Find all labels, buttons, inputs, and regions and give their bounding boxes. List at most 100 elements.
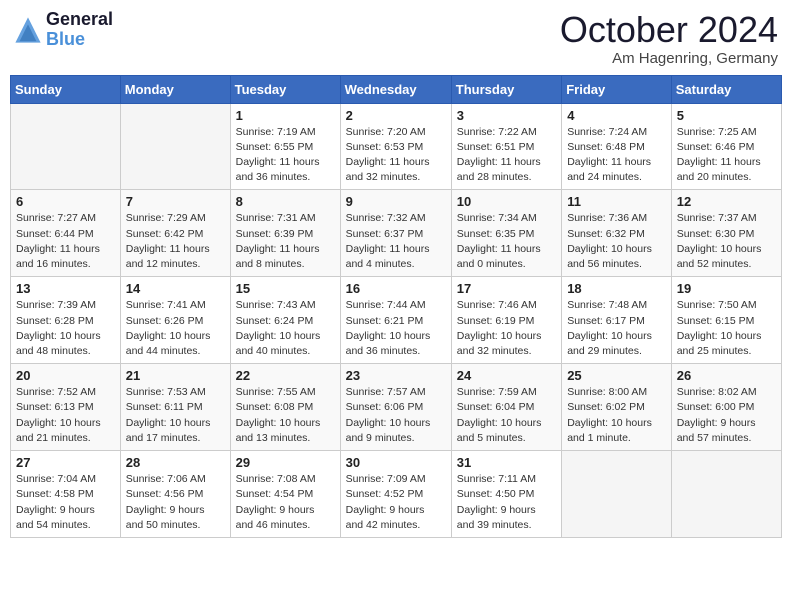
day-detail: Sunrise: 7:11 AM Sunset: 4:50 PM Dayligh…: [457, 472, 556, 533]
calendar-cell: [562, 451, 672, 538]
day-detail: Sunrise: 7:25 AM Sunset: 6:46 PM Dayligh…: [677, 125, 776, 186]
day-number: 26: [677, 368, 776, 383]
month-title: October 2024: [560, 10, 778, 50]
day-number: 13: [16, 281, 115, 296]
day-detail: Sunrise: 7:34 AM Sunset: 6:35 PM Dayligh…: [457, 211, 556, 272]
calendar-cell: 21Sunrise: 7:53 AM Sunset: 6:11 PM Dayli…: [120, 364, 230, 451]
day-number: 6: [16, 194, 115, 209]
day-detail: Sunrise: 7:32 AM Sunset: 6:37 PM Dayligh…: [346, 211, 446, 272]
day-number: 14: [126, 281, 225, 296]
weekday-saturday: Saturday: [671, 75, 781, 103]
day-detail: Sunrise: 7:46 AM Sunset: 6:19 PM Dayligh…: [457, 298, 556, 359]
calendar-cell: 27 Sunrise: 7:04 AM Sunset: 4:58 PM Dayli…: [11, 451, 121, 538]
day-detail: Sunrise: 7:04 AM Sunset: 4:58 PM Dayligh…: [16, 472, 115, 533]
day-detail: Sunrise: 7:43 AM Sunset: 6:24 PM Dayligh…: [236, 298, 335, 359]
calendar-cell: 2 Sunrise: 7:20 AM Sunset: 6:53 PM Daylig…: [340, 103, 451, 190]
calendar-cell: 10 Sunrise: 7:34 AM Sunset: 6:35 PM Dayli…: [451, 190, 561, 277]
week-row-2: 6 Sunrise: 7:27 AM Sunset: 6:44 PM Daylig…: [11, 190, 782, 277]
calendar-cell: 15 Sunrise: 7:43 AM Sunset: 6:24 PM Dayli…: [230, 277, 340, 364]
day-detail: Sunrise: 7:48 AM Sunset: 6:17 PM Dayligh…: [567, 298, 666, 359]
page-header: GeneralBlue October 2024 Am Hagenring, G…: [10, 10, 782, 67]
calendar-cell: 30 Sunrise: 7:09 AM Sunset: 4:52 PM Dayli…: [340, 451, 451, 538]
weekday-monday: Monday: [120, 75, 230, 103]
day-detail: Sunrise: 7:36 AM Sunset: 6:32 PM Dayligh…: [567, 211, 666, 272]
calendar-table: SundayMondayTuesdayWednesdayThursdayFrid…: [10, 75, 782, 538]
calendar-cell: 26Sunrise: 8:02 AM Sunset: 6:00 PM Dayli…: [671, 364, 781, 451]
day-number: 23: [346, 368, 446, 383]
day-detail: Sunrise: 7:31 AM Sunset: 6:39 PM Dayligh…: [236, 211, 335, 272]
day-number: 12: [677, 194, 776, 209]
day-number: 17: [457, 281, 556, 296]
day-detail: Sunrise: 7:57 AM Sunset: 6:06 PM Dayligh…: [346, 385, 446, 446]
logo: GeneralBlue: [14, 10, 113, 50]
calendar-cell: 22Sunrise: 7:55 AM Sunset: 6:08 PM Dayli…: [230, 364, 340, 451]
day-detail: Sunrise: 7:09 AM Sunset: 4:52 PM Dayligh…: [346, 472, 446, 533]
logo-text: GeneralBlue: [46, 10, 113, 50]
day-number: 8: [236, 194, 335, 209]
day-number: 18: [567, 281, 666, 296]
calendar-cell: 7Sunrise: 7:29 AM Sunset: 6:42 PM Daylig…: [120, 190, 230, 277]
calendar-cell: 12 Sunrise: 7:37 AM Sunset: 6:30 PM Dayli…: [671, 190, 781, 277]
week-row-4: 20 Sunrise: 7:52 AM Sunset: 6:13 PM Dayli…: [11, 364, 782, 451]
calendar-cell: 25Sunrise: 8:00 AM Sunset: 6:02 PM Dayli…: [562, 364, 672, 451]
day-detail: Sunrise: 7:39 AM Sunset: 6:28 PM Dayligh…: [16, 298, 115, 359]
calendar-cell: [120, 103, 230, 190]
weekday-thursday: Thursday: [451, 75, 561, 103]
day-detail: Sunrise: 7:06 AM Sunset: 4:56 PM Dayligh…: [126, 472, 225, 533]
weekday-sunday: Sunday: [11, 75, 121, 103]
day-detail: Sunrise: 7:53 AM Sunset: 6:11 PM Dayligh…: [126, 385, 225, 446]
calendar-cell: 4 Sunrise: 7:24 AM Sunset: 6:48 PM Daylig…: [562, 103, 672, 190]
calendar-cell: 19Sunrise: 7:50 AM Sunset: 6:15 PM Dayli…: [671, 277, 781, 364]
day-number: 1: [236, 108, 335, 123]
calendar-cell: 20 Sunrise: 7:52 AM Sunset: 6:13 PM Dayli…: [11, 364, 121, 451]
day-number: 27: [16, 455, 115, 470]
calendar-cell: 3Sunrise: 7:22 AM Sunset: 6:51 PM Daylig…: [451, 103, 561, 190]
calendar-cell: 17 Sunrise: 7:46 AM Sunset: 6:19 PM Dayli…: [451, 277, 561, 364]
calendar-cell: 1 Sunrise: 7:19 AM Sunset: 6:55 PM Daylig…: [230, 103, 340, 190]
title-block: October 2024 Am Hagenring, Germany: [560, 10, 778, 67]
day-number: 15: [236, 281, 335, 296]
day-number: 4: [567, 108, 666, 123]
weekday-wednesday: Wednesday: [340, 75, 451, 103]
week-row-1: 1 Sunrise: 7:19 AM Sunset: 6:55 PM Daylig…: [11, 103, 782, 190]
day-number: 2: [346, 108, 446, 123]
day-number: 19: [677, 281, 776, 296]
calendar-cell: 5Sunrise: 7:25 AM Sunset: 6:46 PM Daylig…: [671, 103, 781, 190]
logo-icon: [14, 16, 42, 44]
day-number: 16: [346, 281, 446, 296]
location: Am Hagenring, Germany: [560, 50, 778, 67]
day-number: 20: [16, 368, 115, 383]
day-detail: Sunrise: 7:52 AM Sunset: 6:13 PM Dayligh…: [16, 385, 115, 446]
calendar-cell: 14 Sunrise: 7:41 AM Sunset: 6:26 PM Dayli…: [120, 277, 230, 364]
day-detail: Sunrise: 7:41 AM Sunset: 6:26 PM Dayligh…: [126, 298, 225, 359]
day-number: 28: [126, 455, 225, 470]
day-detail: Sunrise: 7:24 AM Sunset: 6:48 PM Dayligh…: [567, 125, 666, 186]
day-detail: Sunrise: 7:44 AM Sunset: 6:21 PM Dayligh…: [346, 298, 446, 359]
calendar-cell: 29 Sunrise: 7:08 AM Sunset: 4:54 PM Dayli…: [230, 451, 340, 538]
day-number: 29: [236, 455, 335, 470]
calendar-cell: 18 Sunrise: 7:48 AM Sunset: 6:17 PM Dayli…: [562, 277, 672, 364]
day-detail: Sunrise: 7:59 AM Sunset: 6:04 PM Dayligh…: [457, 385, 556, 446]
calendar-cell: [11, 103, 121, 190]
day-detail: Sunrise: 7:08 AM Sunset: 4:54 PM Dayligh…: [236, 472, 335, 533]
day-detail: Sunrise: 7:20 AM Sunset: 6:53 PM Dayligh…: [346, 125, 446, 186]
weekday-tuesday: Tuesday: [230, 75, 340, 103]
day-detail: Sunrise: 7:29 AM Sunset: 6:42 PM Dayligh…: [126, 211, 225, 272]
calendar-body: 1 Sunrise: 7:19 AM Sunset: 6:55 PM Daylig…: [11, 103, 782, 537]
day-number: 9: [346, 194, 446, 209]
calendar-cell: 16 Sunrise: 7:44 AM Sunset: 6:21 PM Dayli…: [340, 277, 451, 364]
day-number: 22: [236, 368, 335, 383]
week-row-3: 13 Sunrise: 7:39 AM Sunset: 6:28 PM Dayli…: [11, 277, 782, 364]
day-number: 30: [346, 455, 446, 470]
weekday-friday: Friday: [562, 75, 672, 103]
day-detail: Sunrise: 7:22 AM Sunset: 6:51 PM Dayligh…: [457, 125, 556, 186]
calendar-cell: 6 Sunrise: 7:27 AM Sunset: 6:44 PM Daylig…: [11, 190, 121, 277]
day-detail: Sunrise: 7:27 AM Sunset: 6:44 PM Dayligh…: [16, 211, 115, 272]
day-detail: Sunrise: 7:19 AM Sunset: 6:55 PM Dayligh…: [236, 125, 335, 186]
day-number: 10: [457, 194, 556, 209]
day-number: 11: [567, 194, 666, 209]
calendar-cell: 11 Sunrise: 7:36 AM Sunset: 6:32 PM Dayli…: [562, 190, 672, 277]
calendar-cell: 31Sunrise: 7:11 AM Sunset: 4:50 PM Dayli…: [451, 451, 561, 538]
day-detail: Sunrise: 7:37 AM Sunset: 6:30 PM Dayligh…: [677, 211, 776, 272]
week-row-5: 27 Sunrise: 7:04 AM Sunset: 4:58 PM Dayli…: [11, 451, 782, 538]
